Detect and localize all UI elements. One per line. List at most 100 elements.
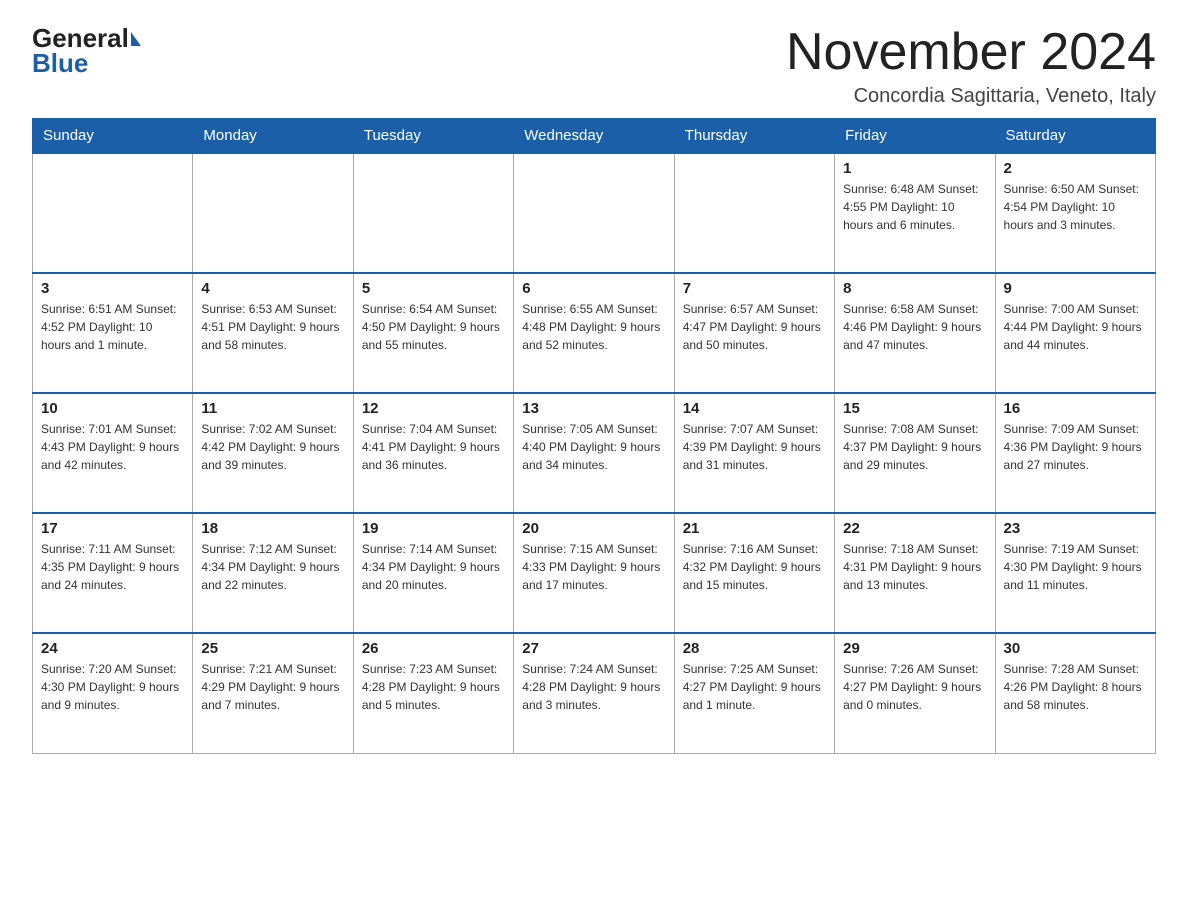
calendar-cell: 13 Sunrise: 7:05 AM Sunset: 4:40 PM Dayli…	[514, 393, 674, 513]
day-info: Sunrise: 7:23 AM Sunset: 4:28 PM Dayligh…	[362, 660, 505, 714]
calendar-cell: 20 Sunrise: 7:15 AM Sunset: 4:33 PM Dayli…	[514, 513, 674, 633]
logo-triangle-icon	[131, 32, 141, 46]
day-number: 19	[362, 520, 505, 537]
day-number: 22	[843, 520, 986, 537]
day-info: Sunrise: 7:20 AM Sunset: 4:30 PM Dayligh…	[41, 660, 184, 714]
day-number: 13	[522, 400, 665, 417]
calendar-cell: 28 Sunrise: 7:25 AM Sunset: 4:27 PM Dayli…	[674, 633, 834, 753]
calendar-week-row: 1 Sunrise: 6:48 AM Sunset: 4:55 PM Daylig…	[33, 153, 1156, 273]
calendar-week-row: 10 Sunrise: 7:01 AM Sunset: 4:43 PM Dayli…	[33, 393, 1156, 513]
calendar-cell: 7 Sunrise: 6:57 AM Sunset: 4:47 PM Daylig…	[674, 273, 834, 393]
logo: General Blue	[32, 24, 141, 77]
calendar-cell: 1 Sunrise: 6:48 AM Sunset: 4:55 PM Daylig…	[835, 153, 995, 273]
day-info: Sunrise: 7:24 AM Sunset: 4:28 PM Dayligh…	[522, 660, 665, 714]
header: General Blue November 2024 Concordia Sag…	[32, 24, 1156, 108]
calendar-cell: 30 Sunrise: 7:28 AM Sunset: 4:26 PM Dayli…	[995, 633, 1155, 753]
day-number: 10	[41, 400, 184, 417]
day-number: 12	[362, 400, 505, 417]
calendar-table: SundayMondayTuesdayWednesdayThursdayFrid…	[32, 118, 1156, 754]
calendar-cell: 14 Sunrise: 7:07 AM Sunset: 4:39 PM Dayli…	[674, 393, 834, 513]
day-number: 15	[843, 400, 986, 417]
day-number: 18	[201, 520, 344, 537]
day-info: Sunrise: 7:01 AM Sunset: 4:43 PM Dayligh…	[41, 420, 184, 474]
day-number: 16	[1004, 400, 1147, 417]
calendar-cell: 16 Sunrise: 7:09 AM Sunset: 4:36 PM Dayli…	[995, 393, 1155, 513]
calendar-cell: 2 Sunrise: 6:50 AM Sunset: 4:54 PM Daylig…	[995, 153, 1155, 273]
day-info: Sunrise: 6:55 AM Sunset: 4:48 PM Dayligh…	[522, 300, 665, 354]
day-number: 23	[1004, 520, 1147, 537]
day-number: 2	[1004, 160, 1147, 177]
day-info: Sunrise: 7:28 AM Sunset: 4:26 PM Dayligh…	[1004, 660, 1147, 714]
day-info: Sunrise: 6:57 AM Sunset: 4:47 PM Dayligh…	[683, 300, 826, 354]
calendar-cell: 29Sunrise: 7:26 AM Sunset: 4:27 PM Dayli…	[835, 633, 995, 753]
calendar-cell: 15 Sunrise: 7:08 AM Sunset: 4:37 PM Dayli…	[835, 393, 995, 513]
day-number: 28	[683, 640, 826, 657]
day-number: 29	[843, 640, 986, 657]
calendar-cell: 4Sunrise: 6:53 AM Sunset: 4:51 PM Daylig…	[193, 273, 353, 393]
calendar-cell: 24 Sunrise: 7:20 AM Sunset: 4:30 PM Dayli…	[33, 633, 193, 753]
calendar-cell	[514, 153, 674, 273]
day-info: Sunrise: 6:48 AM Sunset: 4:55 PM Dayligh…	[843, 180, 986, 234]
day-info: Sunrise: 7:00 AM Sunset: 4:44 PM Dayligh…	[1004, 300, 1147, 354]
day-info: Sunrise: 7:12 AM Sunset: 4:34 PM Dayligh…	[201, 540, 344, 594]
calendar-cell: 19 Sunrise: 7:14 AM Sunset: 4:34 PM Dayli…	[353, 513, 513, 633]
day-number: 9	[1004, 280, 1147, 297]
calendar-cell: 5 Sunrise: 6:54 AM Sunset: 4:50 PM Daylig…	[353, 273, 513, 393]
day-info: Sunrise: 7:16 AM Sunset: 4:32 PM Dayligh…	[683, 540, 826, 594]
day-info: Sunrise: 7:09 AM Sunset: 4:36 PM Dayligh…	[1004, 420, 1147, 474]
day-info: Sunrise: 6:51 AM Sunset: 4:52 PM Dayligh…	[41, 300, 184, 354]
day-number: 24	[41, 640, 184, 657]
day-number: 25	[201, 640, 344, 657]
day-number: 8	[843, 280, 986, 297]
calendar-header-monday: Monday	[193, 119, 353, 154]
day-number: 5	[362, 280, 505, 297]
day-info: Sunrise: 6:53 AM Sunset: 4:51 PM Dayligh…	[201, 300, 344, 354]
day-number: 14	[683, 400, 826, 417]
calendar-header-row: SundayMondayTuesdayWednesdayThursdayFrid…	[33, 119, 1156, 154]
day-number: 3	[41, 280, 184, 297]
calendar-cell	[193, 153, 353, 273]
day-number: 21	[683, 520, 826, 537]
calendar-cell: 8 Sunrise: 6:58 AM Sunset: 4:46 PM Daylig…	[835, 273, 995, 393]
calendar-cell: 12 Sunrise: 7:04 AM Sunset: 4:41 PM Dayli…	[353, 393, 513, 513]
day-info: Sunrise: 7:25 AM Sunset: 4:27 PM Dayligh…	[683, 660, 826, 714]
calendar-cell: 21 Sunrise: 7:16 AM Sunset: 4:32 PM Dayli…	[674, 513, 834, 633]
day-info: Sunrise: 6:58 AM Sunset: 4:46 PM Dayligh…	[843, 300, 986, 354]
day-info: Sunrise: 7:11 AM Sunset: 4:35 PM Dayligh…	[41, 540, 184, 594]
day-info: Sunrise: 6:50 AM Sunset: 4:54 PM Dayligh…	[1004, 180, 1147, 234]
calendar-header-tuesday: Tuesday	[353, 119, 513, 154]
day-info: Sunrise: 7:05 AM Sunset: 4:40 PM Dayligh…	[522, 420, 665, 474]
day-number: 1	[843, 160, 986, 177]
day-info: Sunrise: 7:21 AM Sunset: 4:29 PM Dayligh…	[201, 660, 344, 714]
calendar-header-wednesday: Wednesday	[514, 119, 674, 154]
day-number: 20	[522, 520, 665, 537]
day-number: 26	[362, 640, 505, 657]
day-info: Sunrise: 7:07 AM Sunset: 4:39 PM Dayligh…	[683, 420, 826, 474]
day-number: 7	[683, 280, 826, 297]
calendar-header-friday: Friday	[835, 119, 995, 154]
day-info: Sunrise: 7:08 AM Sunset: 4:37 PM Dayligh…	[843, 420, 986, 474]
day-number: 27	[522, 640, 665, 657]
location-title: Concordia Sagittaria, Veneto, Italy	[786, 85, 1156, 108]
title-block: November 2024 Concordia Sagittaria, Vene…	[786, 24, 1156, 108]
day-number: 17	[41, 520, 184, 537]
day-info: Sunrise: 6:54 AM Sunset: 4:50 PM Dayligh…	[362, 300, 505, 354]
calendar-week-row: 24 Sunrise: 7:20 AM Sunset: 4:30 PM Dayli…	[33, 633, 1156, 753]
calendar-header-saturday: Saturday	[995, 119, 1155, 154]
calendar-cell: 27 Sunrise: 7:24 AM Sunset: 4:28 PM Dayli…	[514, 633, 674, 753]
day-info: Sunrise: 7:15 AM Sunset: 4:33 PM Dayligh…	[522, 540, 665, 594]
day-info: Sunrise: 7:04 AM Sunset: 4:41 PM Dayligh…	[362, 420, 505, 474]
day-info: Sunrise: 7:19 AM Sunset: 4:30 PM Dayligh…	[1004, 540, 1147, 594]
day-number: 30	[1004, 640, 1147, 657]
day-info: Sunrise: 7:14 AM Sunset: 4:34 PM Dayligh…	[362, 540, 505, 594]
calendar-header-sunday: Sunday	[33, 119, 193, 154]
calendar-cell	[33, 153, 193, 273]
calendar-cell: 23 Sunrise: 7:19 AM Sunset: 4:30 PM Dayli…	[995, 513, 1155, 633]
day-info: Sunrise: 7:02 AM Sunset: 4:42 PM Dayligh…	[201, 420, 344, 474]
calendar-cell: 3 Sunrise: 6:51 AM Sunset: 4:52 PM Daylig…	[33, 273, 193, 393]
day-number: 6	[522, 280, 665, 297]
calendar-cell: 10 Sunrise: 7:01 AM Sunset: 4:43 PM Dayli…	[33, 393, 193, 513]
calendar-cell: 11Sunrise: 7:02 AM Sunset: 4:42 PM Dayli…	[193, 393, 353, 513]
calendar-cell	[353, 153, 513, 273]
calendar-cell	[674, 153, 834, 273]
